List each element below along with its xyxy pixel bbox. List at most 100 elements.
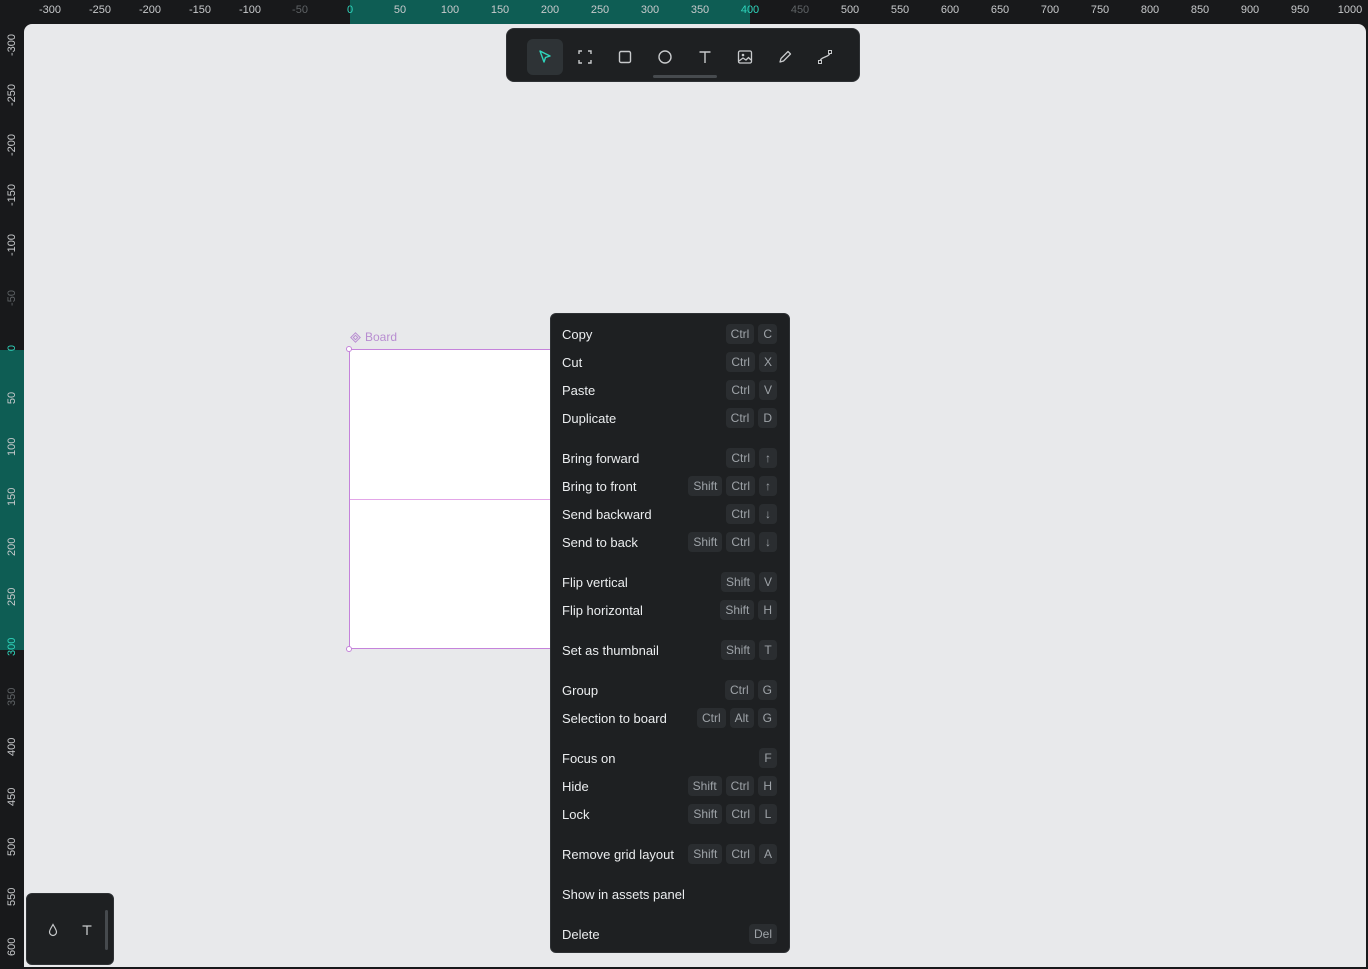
ruler-tick-label: 350 [6, 687, 18, 706]
shortcut-key: V [758, 572, 777, 592]
menu-item-label: Send to back [562, 534, 638, 550]
context-menu: Copy Ctrl C Cut Ctrl X Paste Ctrl V Duplicate Ctrl… [550, 313, 790, 953]
ruler-tick-label: 300 [640, 4, 660, 16]
shortcut-keys: Shift Ctrl ↓ [688, 532, 777, 552]
menu-item-set-as-thumbnail[interactable]: Set as thumbnail Shift T [551, 636, 789, 664]
menu-item-cut[interactable]: Cut Ctrl X [551, 348, 789, 376]
menu-item-remove-grid-layout[interactable]: Remove grid layout Shift Ctrl A [551, 840, 789, 868]
board-tool-button[interactable] [567, 39, 603, 75]
menu-item-label: Focus on [562, 750, 616, 766]
shortcut-key: ↑ [759, 476, 777, 496]
shortcut-key: Shift [687, 776, 722, 796]
shortcut-key: Ctrl [726, 504, 755, 524]
shortcut-key: X [758, 352, 777, 372]
shortcut-key: Ctrl [726, 532, 755, 552]
shortcut-key: Ctrl [725, 408, 755, 428]
menu-item-send-backward[interactable]: Send backward Ctrl ↓ [551, 500, 789, 528]
menu-item-hide[interactable]: Hide Shift Ctrl H [551, 772, 789, 800]
ruler-tick-label: 100 [440, 4, 460, 16]
shortcut-key: H [758, 600, 777, 620]
ruler-tick-label: -300 [38, 4, 62, 16]
menu-item-label: Set as thumbnail [562, 642, 659, 658]
shortcut-key: T [759, 640, 777, 660]
ruler-tick-label: 850 [1190, 4, 1210, 16]
menu-item-bring-to-front[interactable]: Bring to front Shift Ctrl ↑ [551, 472, 789, 500]
menu-item-focus-on[interactable]: Focus on F [551, 744, 789, 772]
shortcut-keys: Shift H [720, 600, 777, 620]
ellipse-tool-button[interactable] [647, 39, 683, 75]
menu-item-label: Copy [562, 326, 593, 342]
board-frame[interactable] [349, 349, 569, 649]
pointer-icon [539, 50, 551, 63]
path-icon [818, 50, 832, 64]
shortcut-keys: Shift Ctrl ↑ [688, 476, 777, 496]
drawing-toolbar [506, 28, 860, 82]
menu-item-show-in-assets-panel[interactable]: Show in assets panel [551, 880, 789, 908]
menu-item-bring-forward[interactable]: Bring forward Ctrl ↑ [551, 444, 789, 472]
color-palette-button[interactable] [45, 922, 61, 938]
rectangle-tool-button[interactable] [607, 39, 643, 75]
palette-scrollbar[interactable] [105, 910, 108, 950]
shortcut-keys: Ctrl G [724, 680, 777, 700]
shortcut-key: L [759, 804, 777, 824]
menu-item-label: Selection to board [562, 710, 667, 726]
menu-item-selection-to-board[interactable]: Selection to board Ctrl Alt G [551, 704, 789, 732]
menu-item-flip-vertical[interactable]: Flip vertical Shift V [551, 568, 789, 596]
frame-icon [578, 50, 592, 64]
toolbar-drag-handle[interactable] [653, 75, 717, 78]
shortcut-key: Del [748, 924, 777, 944]
shortcut-keys: Shift T [720, 640, 777, 660]
ruler-tick-label: 300 [6, 637, 18, 656]
typography-palette-button[interactable] [79, 922, 95, 938]
shortcut-key: Ctrl [724, 680, 754, 700]
menu-separator [551, 868, 789, 880]
menu-item-paste[interactable]: Paste Ctrl V [551, 376, 789, 404]
path-tool-button[interactable] [807, 39, 843, 75]
text-tool-button[interactable] [687, 39, 723, 75]
shortcut-key: Shift [688, 476, 723, 496]
shortcut-keys: F [759, 748, 777, 768]
resize-handle-bottom-left[interactable] [346, 646, 352, 652]
ruler-tick-label: 150 [490, 4, 510, 16]
resize-handle-top-left[interactable] [346, 346, 352, 352]
shortcut-key: Alt [729, 708, 754, 728]
image-tool-button[interactable] [727, 39, 763, 75]
shortcut-keys: Ctrl ↓ [726, 504, 777, 524]
menu-item-lock[interactable]: Lock Shift Ctrl L [551, 800, 789, 828]
board-title[interactable]: Board [350, 330, 397, 344]
ruler-tick-label: 400 [740, 4, 760, 16]
ruler-tick-label: 1000 [1337, 4, 1363, 16]
shortcut-keys: Shift Ctrl H [687, 776, 777, 796]
move-tool-button[interactable] [527, 39, 563, 75]
menu-item-send-to-back[interactable]: Send to back Shift Ctrl ↓ [551, 528, 789, 556]
shortcut-key: ↓ [759, 504, 777, 524]
menu-item-group[interactable]: Group Ctrl G [551, 676, 789, 704]
ruler-tick-label: 600 [6, 937, 18, 956]
grid-row-divider [350, 499, 568, 500]
shortcut-key: Ctrl [726, 476, 755, 496]
menu-item-duplicate[interactable]: Duplicate Ctrl D [551, 404, 789, 432]
ruler-tick-label: -250 [88, 4, 112, 16]
ruler-tick-label: 800 [1140, 4, 1160, 16]
shortcut-key: Ctrl [726, 380, 755, 400]
ruler-tick-label: 0 [6, 344, 18, 352]
shortcut-key: A [758, 844, 777, 864]
ruler-tick-label: 550 [890, 4, 910, 16]
ruler-tick-label: 650 [990, 4, 1010, 16]
menu-item-label: Lock [562, 806, 590, 822]
ruler-tick-label: 200 [540, 4, 560, 16]
ruler-tick-label: -50 [292, 4, 308, 16]
shortcut-key: Shift [688, 532, 723, 552]
ruler-tick-label: 400 [6, 737, 18, 756]
pencil-tool-button[interactable] [767, 39, 803, 75]
menu-item-delete[interactable]: Delete Del [551, 920, 789, 948]
menu-item-label: Group [562, 682, 599, 698]
menu-item-copy[interactable]: Copy Ctrl C [551, 320, 789, 348]
image-icon [737, 50, 753, 64]
shortcut-keys: Ctrl D [725, 408, 777, 428]
ruler-tick-label: 450 [790, 4, 810, 16]
menu-item-flip-horizontal[interactable]: Flip horizontal Shift H [551, 596, 789, 624]
shortcut-key: H [758, 776, 777, 796]
ruler-tick-label: 200 [6, 537, 18, 556]
shortcut-key: V [758, 380, 777, 400]
